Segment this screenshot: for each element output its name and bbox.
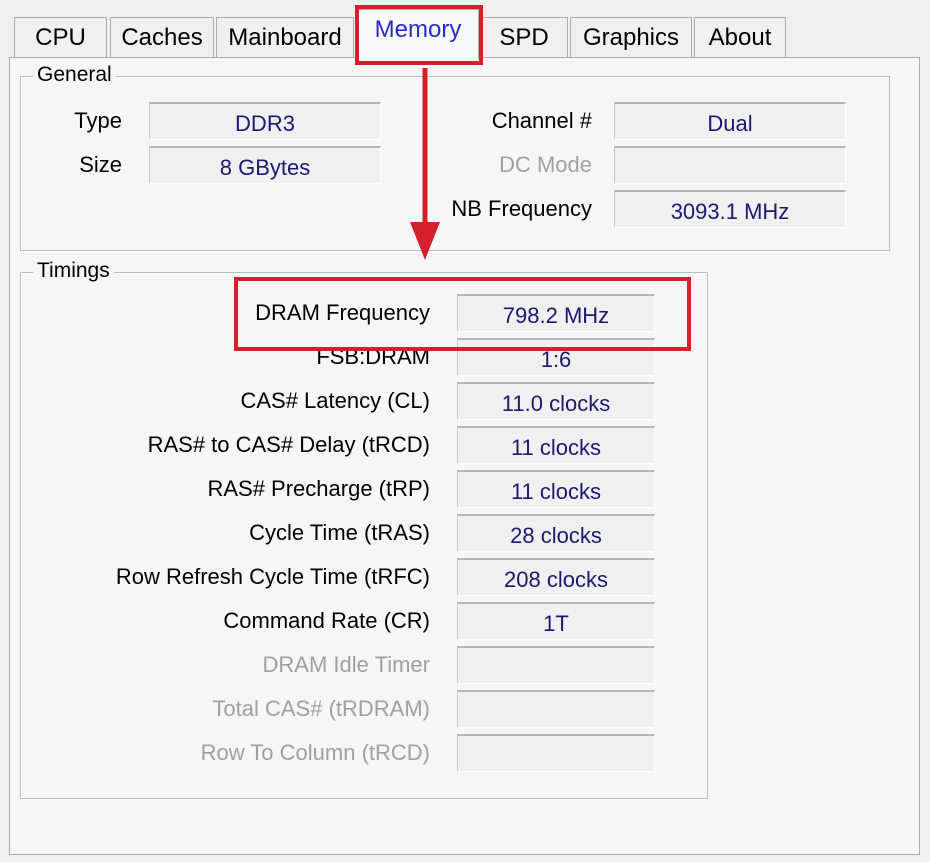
channel-value: Dual bbox=[614, 102, 846, 140]
timing-value: 208 clocks bbox=[457, 558, 655, 596]
tab-caches[interactable]: Caches bbox=[110, 17, 214, 57]
nb-frequency-value: 3093.1 MHz bbox=[614, 190, 846, 228]
timing-label: Cycle Time (tRAS) bbox=[249, 520, 430, 545]
tab-spd[interactable]: SPD bbox=[480, 17, 568, 57]
size-value: 8 GBytes bbox=[149, 146, 381, 184]
timing-label: RAS# to CAS# Delay (tRCD) bbox=[147, 432, 430, 457]
tab-graphics[interactable]: Graphics bbox=[570, 17, 692, 57]
dram-frequency-highlight bbox=[234, 277, 691, 351]
type-label: Type bbox=[74, 108, 122, 133]
channel-label: Channel # bbox=[491, 108, 592, 133]
tab-cpu[interactable]: CPU bbox=[14, 17, 107, 57]
timing-value: 11 clocks bbox=[457, 426, 655, 464]
timing-value: 11 clocks bbox=[457, 470, 655, 508]
timing-label: Total CAS# (tRDRAM) bbox=[212, 696, 430, 721]
timing-label: Command Rate (CR) bbox=[223, 608, 430, 633]
tab-about[interactable]: About bbox=[694, 17, 786, 57]
timings-title: Timings bbox=[33, 259, 114, 283]
type-value: DDR3 bbox=[149, 102, 381, 140]
timing-label: Row Refresh Cycle Time (tRFC) bbox=[115, 564, 430, 589]
size-label: Size bbox=[79, 152, 122, 177]
timing-value: 28 clocks bbox=[457, 514, 655, 552]
timing-value bbox=[457, 690, 655, 728]
memory-tab-highlight bbox=[355, 5, 483, 65]
timing-value: 11.0 clocks bbox=[457, 382, 655, 420]
timing-label: Row To Column (tRCD) bbox=[200, 740, 430, 765]
timing-label: RAS# Precharge (tRP) bbox=[207, 476, 430, 501]
timing-value bbox=[457, 734, 655, 772]
timing-label: DRAM Idle Timer bbox=[262, 652, 430, 677]
dc-mode-value bbox=[614, 146, 846, 184]
general-title: General bbox=[33, 63, 116, 87]
tab-mainboard[interactable]: Mainboard bbox=[216, 17, 354, 57]
timing-value: 1T bbox=[457, 602, 655, 640]
dc-mode-label: DC Mode bbox=[499, 152, 592, 177]
nb-frequency-label: NB Frequency bbox=[451, 196, 592, 221]
timing-value bbox=[457, 646, 655, 684]
timing-label: CAS# Latency (CL) bbox=[240, 388, 430, 413]
arrow-down-icon bbox=[410, 68, 440, 260]
